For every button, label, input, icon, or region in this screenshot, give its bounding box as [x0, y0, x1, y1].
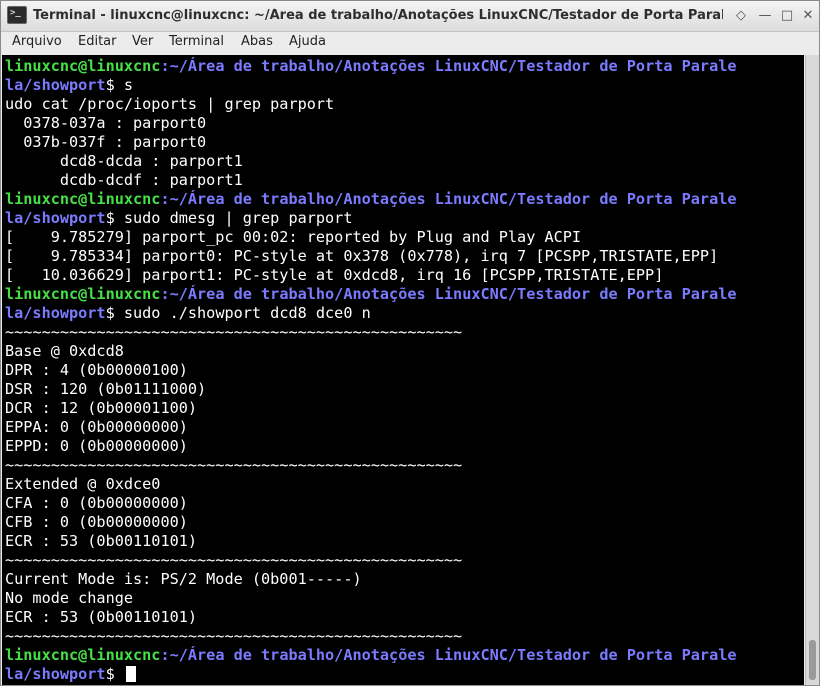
output-line: ECR : 53 (0b00110101) — [5, 608, 198, 626]
menu-bar: Arquivo Editar Ver Terminal Abas Ajuda — [1, 32, 819, 54]
prompt-user: linuxcnc@linuxcnc — [5, 57, 161, 75]
scrollbar-thumb[interactable] — [809, 640, 816, 680]
prompt-line: linuxcnc@linuxcnc:~/Área de trabalho/Ano… — [5, 646, 737, 665]
output-line: ~~~~~~~~~~~~~~~~~~~~~~~~~~~~~~~~~~~~~~~~… — [5, 551, 463, 569]
prompt-path: :~/Área de trabalho/Anotações LinuxCNC/T… — [160, 285, 737, 303]
output-line: CFA : 0 (0b00000000) — [5, 494, 188, 512]
window-title: Terminal - linuxcnc@linuxcnc: ~/Área de … — [33, 8, 723, 23]
output-line: [ 9.785334] parport0: PC-style at 0x378 … — [5, 247, 719, 265]
output-line: dcdb-dcdf : parport1 — [5, 171, 243, 189]
output-line: No mode change — [5, 589, 134, 607]
output-line: ~~~~~~~~~~~~~~~~~~~~~~~~~~~~~~~~~~~~~~~~… — [5, 323, 463, 341]
terminal-app-icon[interactable] — [7, 6, 27, 24]
output-line: Current Mode is: PS/2 Mode (0b001-----) — [5, 570, 362, 588]
prompt-command-line: la/showport$ s — [5, 76, 133, 95]
prompt-path: la/showport — [5, 304, 106, 322]
prompt-path: la/showport — [5, 76, 106, 94]
terminal-window: Terminal - linuxcnc@linuxcnc: ~/Área de … — [0, 0, 820, 686]
output-line: EPPA: 0 (0b00000000) — [5, 418, 188, 436]
prompt-path: la/showport — [5, 209, 106, 227]
output-line: CFB : 0 (0b00000000) — [5, 513, 188, 531]
close-button[interactable]: ✕ — [799, 7, 817, 25]
output-line: ECR : 53 (0b00110101) — [5, 532, 198, 550]
prompt-path: :~/Área de trabalho/Anotações LinuxCNC/T… — [160, 57, 737, 75]
command-text: $ sudo ./showport dcd8 dce0 n — [105, 304, 371, 322]
command-text: $ sudo dmesg | grep parport — [105, 209, 353, 227]
menu-terminal[interactable]: Terminal — [169, 34, 224, 49]
menu-ajuda[interactable]: Ajuda — [289, 34, 326, 49]
output-line: Extended @ 0xdce0 — [5, 475, 161, 493]
prompt-line: linuxcnc@linuxcnc:~/Área de trabalho/Ano… — [5, 57, 737, 76]
output-line: ~~~~~~~~~~~~~~~~~~~~~~~~~~~~~~~~~~~~~~~~… — [5, 627, 463, 645]
always-on-top-icon[interactable]: ◇ — [732, 7, 750, 25]
output-line: 037b-037f : parport0 — [5, 133, 207, 151]
menu-editar[interactable]: Editar — [78, 34, 117, 49]
output-line: ~~~~~~~~~~~~~~~~~~~~~~~~~~~~~~~~~~~~~~~~… — [5, 456, 463, 474]
output-line: udo cat /proc/ioports | grep parport — [5, 95, 335, 113]
prompt-line: linuxcnc@linuxcnc:~/Área de trabalho/Ano… — [5, 190, 737, 209]
output-line: DSR : 120 (0b01111000) — [5, 380, 207, 398]
prompt-command-line: la/showport$ sudo ./showport dcd8 dce0 n — [5, 304, 371, 323]
output-line: [ 10.036629] parport1: PC-style at 0xdcd… — [5, 266, 664, 284]
command-text: $ s — [105, 76, 134, 94]
output-line: [ 9.785279] parport_pc 00:02: reported b… — [5, 228, 582, 246]
maximize-button[interactable]: □ — [778, 7, 796, 25]
terminal-output[interactable]: linuxcnc@linuxcnc:~/Área de trabalho/Ano… — [2, 55, 804, 685]
menu-abas[interactable]: Abas — [241, 34, 273, 49]
prompt-line: linuxcnc@linuxcnc:~/Área de trabalho/Ano… — [5, 285, 737, 304]
vertical-scrollbar[interactable] — [805, 55, 819, 685]
menu-arquivo[interactable]: Arquivo — [12, 34, 62, 49]
output-line: DPR : 4 (0b00000100) — [5, 361, 188, 379]
title-bar[interactable]: Terminal - linuxcnc@linuxcnc: ~/Área de … — [1, 1, 819, 32]
prompt-user: linuxcnc@linuxcnc — [5, 190, 161, 208]
output-line: EPPD: 0 (0b00000000) — [5, 437, 188, 455]
prompt-command-line: la/showport$ — [5, 665, 136, 684]
menu-ver[interactable]: Ver — [132, 34, 153, 49]
output-line: 0378-037a : parport0 — [5, 114, 207, 132]
minimize-button[interactable]: — — [756, 7, 774, 25]
command-text: $ — [105, 665, 124, 683]
prompt-user: linuxcnc@linuxcnc — [5, 646, 161, 664]
prompt-path: la/showport — [5, 665, 106, 683]
prompt-path: :~/Área de trabalho/Anotações LinuxCNC/T… — [160, 190, 737, 208]
text-cursor — [125, 666, 136, 682]
prompt-user: linuxcnc@linuxcnc — [5, 285, 161, 303]
output-line: DCR : 12 (0b00001100) — [5, 399, 198, 417]
output-line: dcd8-dcda : parport1 — [5, 152, 243, 170]
prompt-command-line: la/showport$ sudo dmesg | grep parport — [5, 209, 352, 228]
output-line: Base @ 0xdcd8 — [5, 342, 124, 360]
prompt-path: :~/Área de trabalho/Anotações LinuxCNC/T… — [160, 646, 737, 664]
